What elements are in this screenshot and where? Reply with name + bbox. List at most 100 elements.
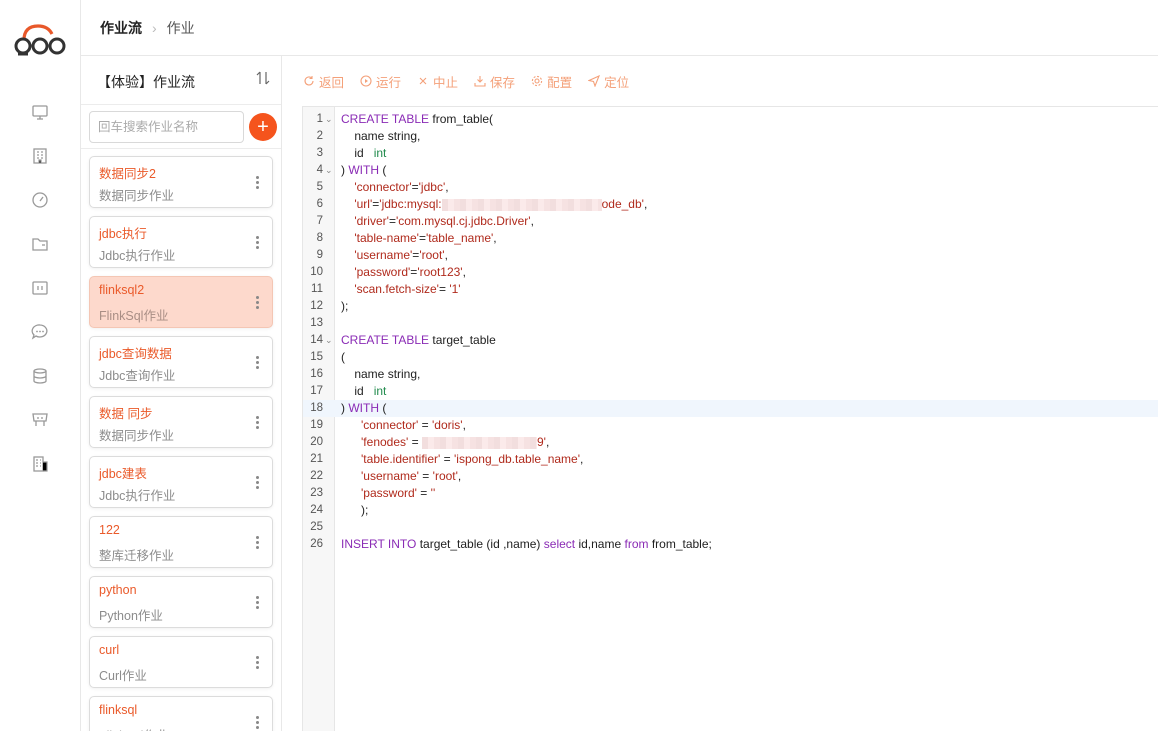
code-text: 'fenodes' = 9', xyxy=(341,434,549,451)
refresh-icon xyxy=(304,76,314,86)
job-card[interactable]: curl Curl作业 xyxy=(89,636,273,688)
chat-icon[interactable] xyxy=(31,323,49,341)
code-text: 'connector'='jdbc', xyxy=(341,179,448,196)
code-token: INSERT INTO xyxy=(341,537,417,551)
more-vertical-icon[interactable] xyxy=(256,296,260,310)
code-token: = xyxy=(438,282,450,296)
breadcrumb-root[interactable]: 作业流 xyxy=(100,18,142,38)
code-token: 'jdbc' xyxy=(418,180,446,194)
job-card[interactable]: 122 整库迁移作业 xyxy=(89,516,273,568)
code-token: 'ispong_db.table_name' xyxy=(454,452,581,466)
code-token: name string, xyxy=(341,129,421,143)
line-number: 5 xyxy=(316,181,323,193)
code-token: from_table; xyxy=(648,537,712,551)
redacted-text xyxy=(422,436,537,449)
code-token: 'root' xyxy=(419,248,445,262)
line-number: 3 xyxy=(316,147,323,159)
code-line: 15 ( xyxy=(303,349,1158,366)
line-number: 7 xyxy=(316,215,323,227)
save-button[interactable]: 保存 xyxy=(474,72,515,91)
config-button[interactable]: 配置 xyxy=(531,72,572,91)
code-line: 20 'fenodes' = 9', xyxy=(303,434,1158,451)
code-text: 'connector' = 'doris', xyxy=(341,417,466,434)
fold-chevron-icon[interactable]: ⌄ xyxy=(325,332,333,349)
code-line: 10 'password'='root123', xyxy=(303,264,1158,281)
code-token: ode_db' xyxy=(601,197,644,211)
run-button[interactable]: 运行 xyxy=(360,72,401,91)
more-vertical-icon[interactable] xyxy=(256,656,260,670)
code-token: CREATE TABLE xyxy=(341,112,430,126)
job-card[interactable]: 数据同步2 数据同步作业 xyxy=(89,156,273,208)
more-vertical-icon[interactable] xyxy=(256,356,260,370)
more-vertical-icon[interactable] xyxy=(256,716,260,730)
panel-icon[interactable] xyxy=(31,279,49,297)
gear-icon xyxy=(531,75,543,87)
job-name: jdbc查询数据 xyxy=(99,347,172,361)
line-number: 20 xyxy=(310,436,323,448)
code-line: 16 name string, xyxy=(303,366,1158,383)
workflow-title: 【体验】作业流 xyxy=(97,74,195,90)
code-token: = xyxy=(408,435,422,449)
job-card[interactable]: python Python作业 xyxy=(89,576,273,628)
code-line: 1 ⌄ CREATE TABLE from_table( xyxy=(303,111,1158,128)
job-name: jdbc执行 xyxy=(99,227,147,241)
office-icon[interactable] xyxy=(31,455,49,473)
code-line: 8 'table-name'='table_name', xyxy=(303,230,1158,247)
job-card[interactable]: jdbc查询数据 Jdbc查询作业 xyxy=(89,336,273,388)
monitor-icon[interactable] xyxy=(31,103,49,121)
job-name: curl xyxy=(99,643,120,657)
job-name: flinksql2 xyxy=(99,283,145,297)
folder-icon[interactable] xyxy=(31,235,49,253)
stop-button[interactable]: 中止 xyxy=(417,72,458,91)
more-vertical-icon[interactable] xyxy=(256,536,260,550)
locate-button[interactable]: 定位 xyxy=(588,72,629,91)
more-vertical-icon[interactable] xyxy=(256,236,260,250)
line-number: 25 xyxy=(310,521,323,533)
line-number: 26 xyxy=(310,538,323,550)
code-token: 'root123' xyxy=(417,265,463,279)
more-vertical-icon[interactable] xyxy=(256,596,260,610)
editor-toolbar: 返回 运行 中止 保存 配置 定位 xyxy=(282,56,1158,106)
code-token: = xyxy=(416,486,431,500)
add-job-button[interactable]: + xyxy=(249,113,277,141)
code-line: 9 'username'='root', xyxy=(303,247,1158,264)
code-line: 21 'table.identifier' = 'ispong_db.table… xyxy=(303,451,1158,468)
code-token: 'jdbc:mysql: xyxy=(379,197,442,211)
code-text: name string, xyxy=(341,128,420,145)
job-card[interactable]: flinksql2 FlinkSql作业 xyxy=(89,276,273,328)
dashboard-icon[interactable] xyxy=(31,191,49,209)
job-card[interactable]: jdbc建表 Jdbc执行作业 xyxy=(89,456,273,508)
breadcrumb: 作业流 › 作业 xyxy=(81,0,1158,56)
job-card[interactable]: jdbc执行 Jdbc执行作业 xyxy=(89,216,273,268)
job-search-input[interactable] xyxy=(89,111,244,143)
sort-icon[interactable] xyxy=(255,70,271,86)
cart-icon[interactable] xyxy=(31,411,49,429)
building-icon[interactable] xyxy=(31,147,49,165)
job-name: 122 xyxy=(99,523,120,537)
fold-chevron-icon[interactable]: ⌄ xyxy=(325,162,333,179)
code-token: , xyxy=(457,469,462,483)
back-button[interactable]: 返回 xyxy=(303,72,344,91)
database-icon[interactable] xyxy=(31,367,49,385)
code-line: 17 id int xyxy=(303,383,1158,400)
job-card[interactable]: flinksql FlinkSql作业 xyxy=(89,696,273,731)
job-card[interactable]: 数据 同步 数据同步作业 xyxy=(89,396,273,448)
divider xyxy=(81,104,281,105)
code-token: 'password' xyxy=(354,265,411,279)
code-token: 'username' xyxy=(361,469,419,483)
code-line: 18) WITH ( xyxy=(303,400,1158,417)
code-token: 'com.mysql.cj.jdbc.Driver' xyxy=(395,214,531,228)
app-logo[interactable] xyxy=(14,20,66,60)
code-token: = xyxy=(388,214,396,228)
fold-chevron-icon[interactable]: ⌄ xyxy=(325,111,333,128)
code-editor[interactable]: 1 ⌄ CREATE TABLE from_table(2 name string,… xyxy=(302,106,1158,731)
more-vertical-icon[interactable] xyxy=(256,476,260,490)
more-vertical-icon[interactable] xyxy=(256,176,260,190)
code-text: 'password'='root123', xyxy=(341,264,466,281)
code-line: 11 'scan.fetch-size'= '1' xyxy=(303,281,1158,298)
code-token: = xyxy=(418,231,426,245)
job-type: Jdbc查询作业 xyxy=(99,369,176,383)
more-vertical-icon[interactable] xyxy=(256,416,260,430)
